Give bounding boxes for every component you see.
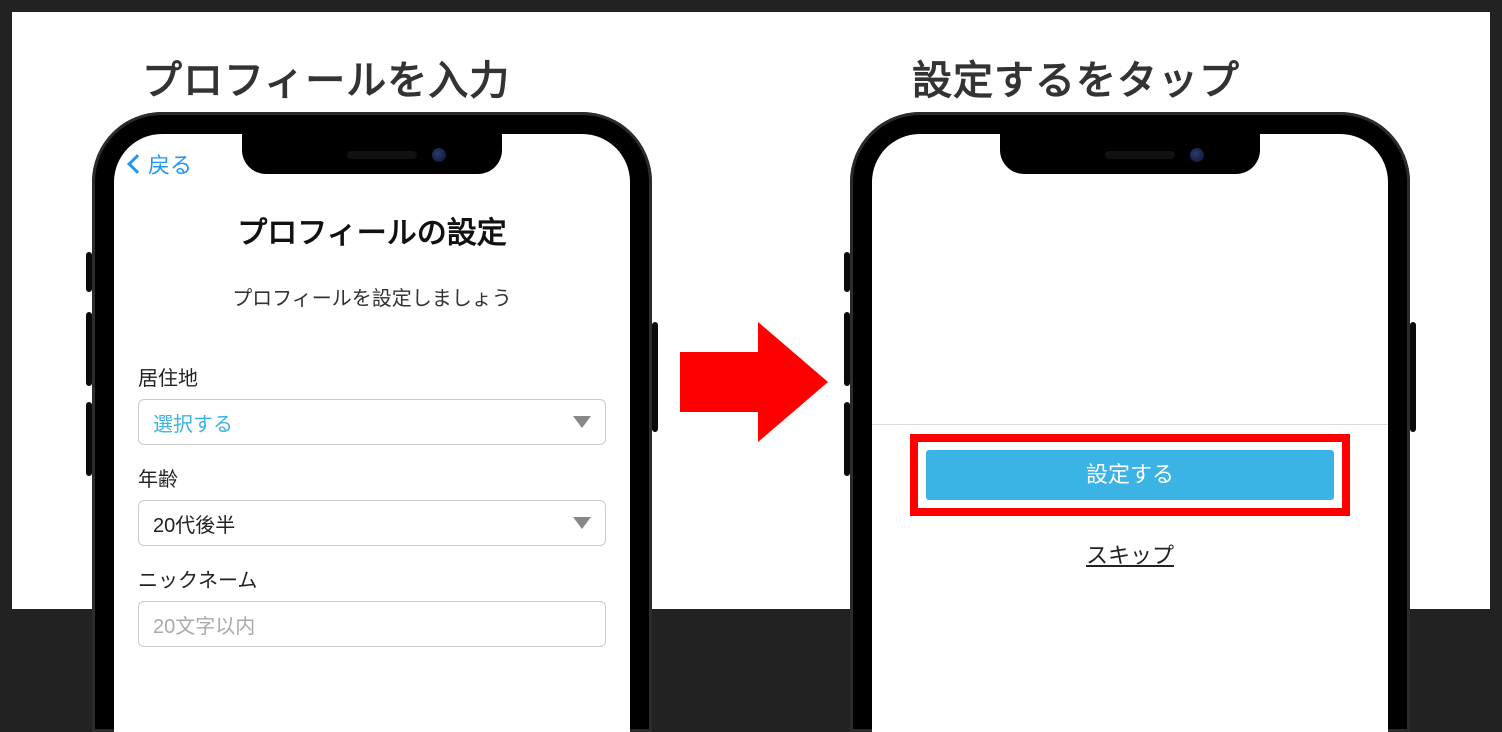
- profile-form: 居住地 選択する 年齢 20代後半 ニックネーム 20文字以内: [138, 344, 606, 647]
- back-button[interactable]: 戻る: [130, 148, 192, 180]
- age-label: 年齢: [138, 463, 606, 492]
- side-button: [652, 322, 658, 432]
- age-select[interactable]: 20代後半: [138, 500, 606, 546]
- side-button: [86, 252, 92, 292]
- submit-button[interactable]: 設定する: [926, 450, 1334, 500]
- phone-mock-right: 設定する スキップ: [850, 112, 1410, 732]
- caption-left: プロフィールを入力: [142, 48, 510, 106]
- side-button: [86, 312, 92, 386]
- side-button: [86, 402, 92, 476]
- residence-placeholder: 選択する: [153, 408, 233, 437]
- page-title: プロフィールの設定: [114, 208, 630, 252]
- chevron-left-icon: [127, 154, 147, 174]
- back-label: 戻る: [148, 148, 192, 180]
- nickname-input[interactable]: 20文字以内: [138, 601, 606, 647]
- residence-label: 居住地: [138, 362, 606, 391]
- caption-right: 設定するをタップ: [912, 48, 1240, 106]
- phone-mock-left: 戻る プロフィールの設定 プロフィールを設定しましょう 居住地 選択する 年齢 …: [92, 112, 652, 732]
- skip-link[interactable]: スキップ: [872, 538, 1388, 570]
- device-notch: [242, 134, 502, 174]
- nickname-placeholder: 20文字以内: [153, 610, 255, 639]
- side-button: [1410, 322, 1416, 432]
- arrow-right-icon: [680, 322, 830, 442]
- nickname-label: ニックネーム: [138, 564, 606, 593]
- residence-select[interactable]: 選択する: [138, 399, 606, 445]
- page-subtitle: プロフィールを設定しましょう: [114, 282, 630, 311]
- side-button: [844, 402, 850, 476]
- primary-button-highlight: 設定する: [910, 434, 1350, 516]
- divider: [872, 424, 1388, 425]
- age-value: 20代後半: [153, 509, 235, 538]
- side-button: [844, 252, 850, 292]
- chevron-down-icon: [573, 416, 591, 428]
- chevron-down-icon: [573, 517, 591, 529]
- device-notch: [1000, 134, 1260, 174]
- side-button: [844, 312, 850, 386]
